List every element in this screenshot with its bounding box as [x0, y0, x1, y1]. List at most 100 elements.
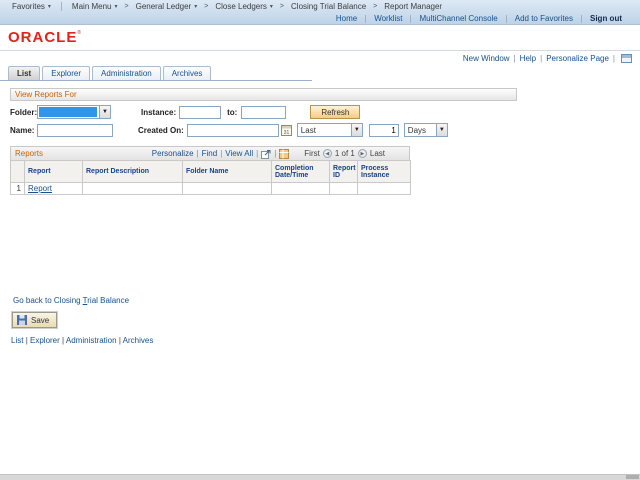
- utility-separator: |: [540, 54, 543, 63]
- home-link[interactable]: Home: [328, 14, 365, 23]
- folder-select[interactable]: ▼: [37, 105, 111, 119]
- closing-trial-balance-label: Closing Trial Balance: [291, 2, 367, 11]
- view-reports-groupbox: View Reports For Folder: ▼ Instance: to:…: [10, 88, 517, 137]
- footer-explorer-link[interactable]: Explorer: [30, 336, 60, 345]
- pager-next-icon[interactable]: ▶: [357, 149, 367, 158]
- breadcrumb-general-ledger[interactable]: General Ledger ▾: [132, 2, 202, 11]
- filter-row-1: Folder: ▼ Instance: to: Refresh: [10, 105, 517, 119]
- breadcrumb-main-menu[interactable]: Main Menu ▾: [68, 2, 122, 11]
- header-links: Home Worklist MultiChannel Console Add t…: [0, 13, 640, 24]
- pager-last-label: Last: [369, 149, 385, 158]
- utility-separator: |: [513, 54, 516, 63]
- toolbar-separator: |: [274, 149, 277, 158]
- view-all-link[interactable]: View All: [225, 149, 253, 158]
- refresh-button[interactable]: Refresh: [310, 105, 361, 119]
- days-unit-value: Days: [407, 125, 427, 135]
- go-back-row: Go back to Closing Trial Balance: [13, 296, 640, 305]
- tab-archives[interactable]: Archives: [162, 66, 212, 80]
- table-header-row: Report Report Description Folder Name Co…: [10, 160, 411, 183]
- footer-archives-link[interactable]: Archives: [123, 336, 154, 345]
- new-window-link[interactable]: New Window: [463, 54, 510, 63]
- name-input[interactable]: [37, 123, 113, 137]
- table-row: 1 Report: [10, 182, 411, 195]
- general-ledger-label: General Ledger: [135, 2, 192, 11]
- grid-action-bar: Reports Personalize | Find | View All | …: [10, 146, 410, 160]
- col-report-description: Report Description: [82, 160, 183, 183]
- toolbar-separator: |: [220, 149, 223, 158]
- breadcrumb-separator: >: [373, 3, 378, 10]
- brand-bar: ORACLE®: [0, 25, 640, 51]
- dropdown-arrow-icon[interactable]: ▼: [350, 124, 362, 136]
- tab-administration[interactable]: Administration: [92, 66, 161, 80]
- pager-first-label: First: [304, 149, 320, 158]
- go-back-text-end: rial Balance: [87, 296, 130, 305]
- oracle-logo: ORACLE: [8, 29, 78, 46]
- new-window-icon[interactable]: [621, 54, 632, 63]
- favorites-menu[interactable]: Favorites ▾: [8, 2, 55, 11]
- folder-label: Folder:: [10, 107, 38, 117]
- multichannel-console-link[interactable]: MultiChannel Console: [411, 14, 505, 23]
- last-select[interactable]: Last ▼: [296, 123, 363, 137]
- col-report-id: Report ID: [329, 160, 358, 183]
- breadcrumb: Favorites ▾ Main Menu ▾ > General Ledger…: [0, 0, 640, 13]
- chevron-down-icon: ▾: [114, 3, 118, 10]
- breadcrumb-divider: [60, 2, 62, 11]
- find-link[interactable]: Find: [202, 149, 218, 158]
- report-link[interactable]: Report: [28, 184, 52, 193]
- completion-cell: [271, 182, 330, 195]
- go-back-link[interactable]: Go back to Closing Trial Balance: [13, 296, 129, 305]
- breadcrumb-close-ledgers[interactable]: Close Ledgers ▾: [211, 2, 277, 11]
- created-on-label: Created On:: [138, 125, 184, 135]
- chevron-down-icon: ▾: [194, 3, 198, 10]
- instance-label: Instance:: [141, 107, 177, 117]
- last-select-value: Last: [300, 125, 316, 135]
- go-back-text: Go back to Closing: [13, 296, 83, 305]
- process-instance-cell: [357, 182, 411, 195]
- created-on-input[interactable]: [186, 123, 279, 137]
- toolbar-separator: |: [196, 149, 199, 158]
- breadcrumb-closing-trial-balance[interactable]: Closing Trial Balance: [287, 2, 370, 11]
- scrollbar-thumb[interactable]: [626, 475, 639, 479]
- svg-text:31: 31: [284, 130, 290, 136]
- horizontal-scrollbar[interactable]: [0, 474, 640, 480]
- personalize-page-link[interactable]: Personalize Page: [546, 54, 609, 63]
- add-to-favorites-link[interactable]: Add to Favorites: [507, 14, 581, 23]
- report-manager-label: Report Manager: [384, 2, 443, 11]
- help-link[interactable]: Help: [520, 54, 536, 63]
- breadcrumb-separator: >: [124, 3, 129, 10]
- folder-selection-highlight: [39, 107, 97, 117]
- utility-separator: |: [612, 54, 615, 63]
- tab-list[interactable]: List: [8, 66, 41, 80]
- row-number-cell: 1: [10, 182, 25, 195]
- save-button[interactable]: Save: [10, 311, 59, 329]
- col-report: Report: [24, 160, 83, 183]
- days-unit-select[interactable]: Days ▼: [403, 123, 448, 137]
- tab-explorer[interactable]: Explorer: [42, 66, 91, 80]
- save-button-label: Save: [31, 315, 50, 325]
- dropdown-arrow-icon[interactable]: ▼: [99, 106, 110, 118]
- calendar-icon[interactable]: 31: [280, 124, 292, 136]
- save-row: Save: [10, 311, 640, 329]
- grid-pager: First ◀ 1 of 1 ▶ Last: [304, 149, 385, 158]
- chevron-down-icon: ▾: [269, 3, 273, 10]
- footer-list-link[interactable]: List: [11, 336, 23, 345]
- sign-out-link[interactable]: Sign out: [582, 14, 630, 23]
- main-menu-label: Main Menu: [71, 2, 112, 11]
- instance-from-input[interactable]: [179, 105, 222, 119]
- download-icon[interactable]: [279, 148, 290, 159]
- days-count-input[interactable]: [368, 123, 399, 137]
- top-navigation-bar: Favorites ▾ Main Menu ▾ > General Ledger…: [0, 0, 640, 25]
- pager-previous-icon[interactable]: ◀: [322, 149, 332, 158]
- breadcrumb-separator: >: [279, 3, 285, 10]
- worklist-link[interactable]: Worklist: [366, 14, 410, 23]
- instance-to-input[interactable]: [241, 105, 287, 119]
- name-label: Name:: [10, 125, 35, 135]
- grid-toolbar: Personalize | Find | View All | | First …: [152, 148, 409, 159]
- footer-administration-link[interactable]: Administration: [66, 336, 117, 345]
- personalize-link[interactable]: Personalize: [152, 149, 194, 158]
- pager-status: 1 of 1: [334, 149, 355, 158]
- dropdown-arrow-icon[interactable]: ▼: [435, 124, 447, 136]
- groupbox-title: View Reports For: [10, 88, 517, 101]
- filter-row-2: Name: Created On: 31 Last ▼ Days ▼: [10, 123, 517, 137]
- zoom-grid-icon[interactable]: [261, 149, 271, 159]
